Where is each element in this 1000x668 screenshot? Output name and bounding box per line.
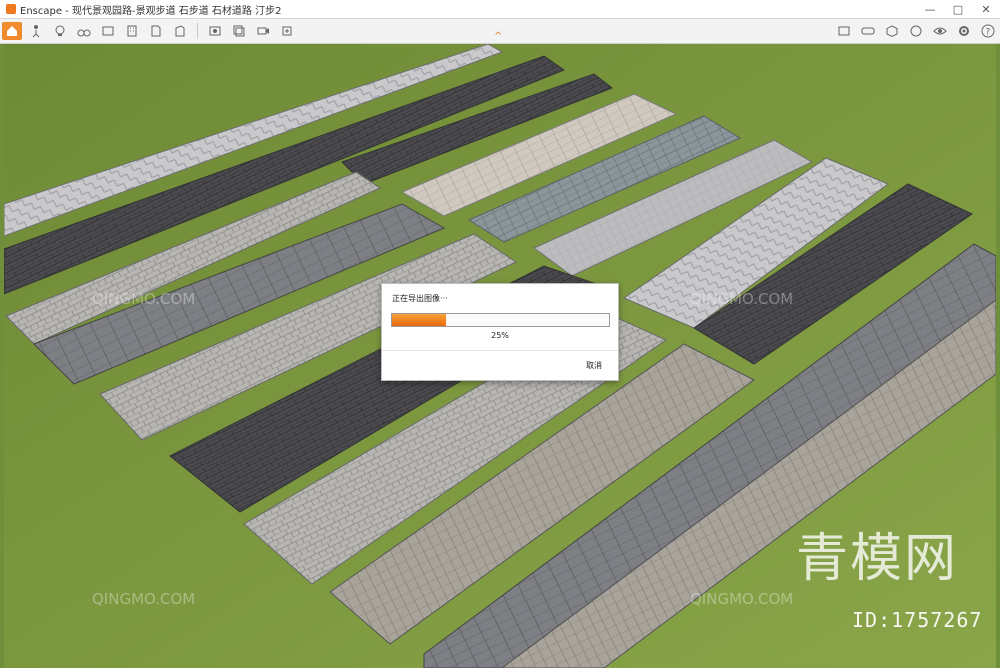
watermark-text: QINGMO.COM [690, 290, 794, 308]
window-title: Enscape - 现代景观园路-景观步道 石步道 石材道路 汀步2 [20, 5, 282, 17]
title-bar: Enscape - 现代景观园路-景观步道 石步道 石材道路 汀步2 — □ ✕ [0, 0, 1000, 19]
watermark-text: QINGMO.COM [690, 590, 794, 608]
video-editor-icon[interactable] [253, 22, 273, 40]
material-editor-icon[interactable] [906, 22, 926, 40]
walk-mode-icon[interactable] [26, 22, 46, 40]
progress-percent: 25% [491, 331, 509, 340]
export-icon[interactable] [277, 22, 297, 40]
dialog-title: 正在导出图像··· [392, 294, 448, 303]
building-icon[interactable] [122, 22, 142, 40]
asset-library-icon[interactable] [170, 22, 190, 40]
watermark-text: QINGMO.COM [92, 590, 196, 608]
sync-views-icon[interactable] [834, 22, 854, 40]
progress-bar [391, 313, 610, 327]
help-icon[interactable]: ? [978, 22, 998, 40]
svg-text:?: ? [986, 28, 991, 38]
enscape-logo-icon [6, 4, 16, 14]
minimize-button[interactable]: — [916, 3, 944, 16]
close-button[interactable]: ✕ [972, 3, 1000, 16]
toolbar-divider [197, 23, 198, 39]
document-icon[interactable] [146, 22, 166, 40]
dialog-divider [382, 350, 618, 351]
maximize-button[interactable]: □ [944, 3, 972, 16]
watermark-text: QINGMO.COM [92, 290, 196, 308]
cancel-button[interactable]: 取消 [586, 360, 602, 371]
model-id-label: ID:1757267 [852, 608, 983, 632]
batch-render-icon[interactable] [229, 22, 249, 40]
views-icon[interactable] [98, 22, 118, 40]
light-view-icon[interactable] [50, 22, 70, 40]
progress-fill [392, 314, 447, 326]
panorama-icon[interactable] [858, 22, 878, 40]
toolbar-collapse-button[interactable]: ^ [494, 31, 502, 42]
home-icon[interactable] [2, 22, 22, 40]
brand-watermark: 青模网 [796, 529, 959, 589]
cube-icon[interactable] [882, 22, 902, 40]
binoculars-icon[interactable] [74, 22, 94, 40]
eye-icon[interactable] [930, 22, 950, 40]
screenshot-icon[interactable] [205, 22, 225, 40]
settings-gear-icon[interactable] [954, 22, 974, 40]
export-progress-dialog: 正在导出图像··· 25% 取消 [381, 283, 619, 381]
